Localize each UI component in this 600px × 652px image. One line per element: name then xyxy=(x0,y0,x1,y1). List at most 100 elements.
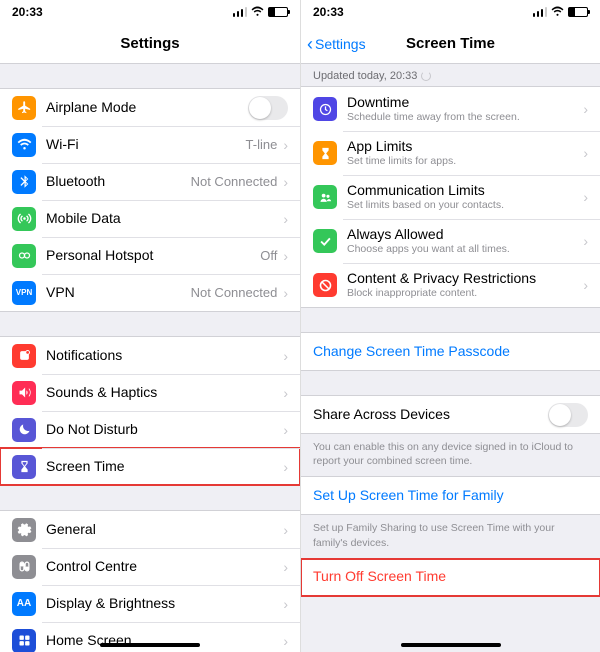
share-toggle[interactable] xyxy=(548,403,588,427)
hotspot-icon xyxy=(12,244,36,268)
gear-icon xyxy=(12,518,36,542)
settings-pane: 20:33 Settings Airplane Mode xyxy=(0,0,300,652)
row-label: Change Screen Time Passcode xyxy=(313,343,588,361)
chevron-right-icon: › xyxy=(283,174,288,190)
row-sublabel: Choose apps you want at all times. xyxy=(347,243,581,256)
row-vpn[interactable]: VPN VPN Not Connected › xyxy=(0,274,300,311)
wifi-icon xyxy=(551,6,564,19)
row-do-not-disturb[interactable]: Do Not Disturb › xyxy=(0,411,300,448)
row-sublabel: Set limits based on your contacts. xyxy=(347,199,581,212)
chevron-right-icon: › xyxy=(283,459,288,475)
spinner-icon xyxy=(421,71,431,81)
chevron-right-icon: › xyxy=(583,101,588,117)
row-sounds-haptics[interactable]: Sounds & Haptics › xyxy=(0,374,300,411)
row-bluetooth[interactable]: Bluetooth Not Connected › xyxy=(0,163,300,200)
status-bar: 20:33 xyxy=(301,0,600,24)
row-change-passcode[interactable]: Change Screen Time Passcode xyxy=(301,333,600,370)
row-label: Notifications xyxy=(46,347,281,365)
row-share-across-devices[interactable]: Share Across Devices xyxy=(301,396,600,433)
row-label: Communication Limits xyxy=(347,182,581,200)
status-indicators xyxy=(233,6,289,19)
bluetooth-icon xyxy=(12,170,36,194)
row-label: Control Centre xyxy=(46,558,281,576)
downtime-icon xyxy=(313,97,337,121)
row-detail: Not Connected xyxy=(191,285,278,300)
row-label: Wi-Fi xyxy=(46,136,246,154)
row-wifi[interactable]: Wi-Fi T-line › xyxy=(0,126,300,163)
settings-list[interactable]: Airplane Mode Wi-Fi T-line › Bluetooth N… xyxy=(0,64,300,652)
chevron-right-icon: › xyxy=(283,522,288,538)
row-display-brightness[interactable]: AA Display & Brightness › xyxy=(0,585,300,622)
airplane-toggle[interactable] xyxy=(248,96,288,120)
row-general[interactable]: General › xyxy=(0,511,300,548)
row-home-screen[interactable]: Home Screen › xyxy=(0,622,300,652)
row-label: Bluetooth xyxy=(46,173,191,191)
row-notifications[interactable]: Notifications › xyxy=(0,337,300,374)
chevron-right-icon: › xyxy=(283,559,288,575)
battery-icon xyxy=(568,7,588,17)
row-label: General xyxy=(46,521,281,539)
chevron-right-icon: › xyxy=(583,189,588,205)
row-personal-hotspot[interactable]: Personal Hotspot Off › xyxy=(0,237,300,274)
chevron-right-icon: › xyxy=(283,137,288,153)
row-setup-family[interactable]: Set Up Screen Time for Family xyxy=(301,477,600,514)
screen-time-list[interactable]: Updated today, 20:33 Downtime Schedule t… xyxy=(301,64,600,652)
restriction-icon xyxy=(313,273,337,297)
airplane-icon xyxy=(12,96,36,120)
back-button[interactable]: ‹ Settings xyxy=(307,24,366,63)
row-sublabel: Block inappropriate content. xyxy=(347,287,581,300)
page-title: Screen Time xyxy=(406,35,495,52)
grid-icon xyxy=(12,629,36,652)
row-label: Do Not Disturb xyxy=(46,421,281,439)
row-always-allowed[interactable]: Always Allowed Choose apps you want at a… xyxy=(301,219,600,263)
row-downtime[interactable]: Downtime Schedule time away from the scr… xyxy=(301,87,600,131)
battery-icon xyxy=(268,7,288,17)
chevron-right-icon: › xyxy=(283,633,288,649)
nav-header: Settings xyxy=(0,24,300,64)
app-limits-icon xyxy=(313,141,337,165)
row-airplane-mode[interactable]: Airplane Mode xyxy=(0,89,300,126)
chevron-right-icon: › xyxy=(283,385,288,401)
row-detail: Off xyxy=(260,248,277,263)
family-footer: Set up Family Sharing to use Screen Time… xyxy=(301,515,600,557)
row-label: Sounds & Haptics xyxy=(46,384,281,402)
row-sublabel: Schedule time away from the screen. xyxy=(347,111,581,124)
row-label: Display & Brightness xyxy=(46,595,281,613)
page-title: Settings xyxy=(120,35,179,52)
chevron-right-icon: › xyxy=(283,348,288,364)
cellular-icon xyxy=(233,7,248,17)
row-mobile-data[interactable]: Mobile Data › xyxy=(0,200,300,237)
status-time: 20:33 xyxy=(12,5,43,19)
row-content-privacy[interactable]: Content & Privacy Restrictions Block ina… xyxy=(301,263,600,307)
chevron-right-icon: › xyxy=(283,596,288,612)
chevron-right-icon: › xyxy=(583,233,588,249)
back-label: Settings xyxy=(315,36,366,52)
chevron-right-icon: › xyxy=(283,422,288,438)
row-label: Set Up Screen Time for Family xyxy=(313,487,588,505)
wifi-settings-icon xyxy=(12,133,36,157)
antenna-icon xyxy=(12,207,36,231)
row-label: Airplane Mode xyxy=(46,99,248,117)
sounds-icon xyxy=(12,381,36,405)
notifications-icon xyxy=(12,344,36,368)
communication-icon xyxy=(313,185,337,209)
row-control-centre[interactable]: Control Centre › xyxy=(0,548,300,585)
chevron-right-icon: › xyxy=(283,211,288,227)
share-footer: You can enable this on any device signed… xyxy=(301,434,600,476)
row-label: Mobile Data xyxy=(46,210,281,228)
home-indicator[interactable] xyxy=(100,643,200,647)
chevron-right-icon: › xyxy=(583,277,588,293)
home-indicator[interactable] xyxy=(401,643,501,647)
updated-header: Updated today, 20:33 xyxy=(301,64,600,86)
hourglass-icon xyxy=(12,455,36,479)
row-label: Screen Time xyxy=(46,458,281,476)
row-detail: T-line xyxy=(246,137,278,152)
row-screen-time[interactable]: Screen Time › xyxy=(0,448,300,485)
row-label: Share Across Devices xyxy=(313,406,548,424)
moon-icon xyxy=(12,418,36,442)
status-time: 20:33 xyxy=(313,5,344,19)
row-app-limits[interactable]: App Limits Set time limits for apps. › xyxy=(301,131,600,175)
chevron-right-icon: › xyxy=(283,285,288,301)
row-turn-off-screen-time[interactable]: Turn Off Screen Time xyxy=(301,559,600,596)
row-communication-limits[interactable]: Communication Limits Set limits based on… xyxy=(301,175,600,219)
